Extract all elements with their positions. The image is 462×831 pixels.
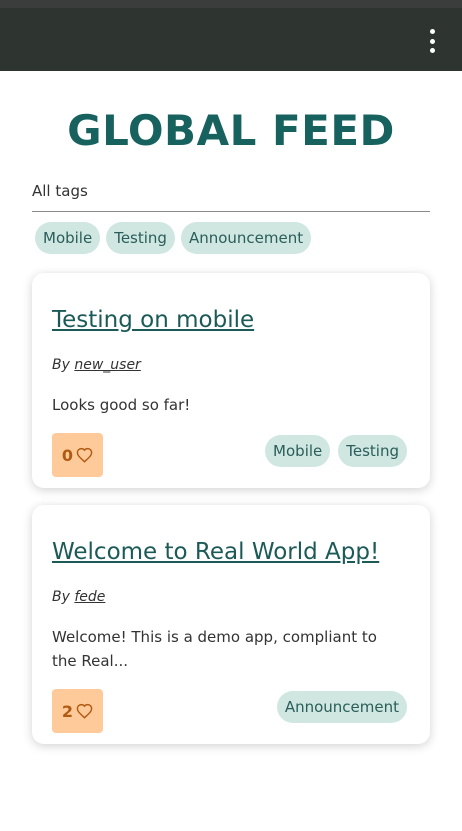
like-count: 2	[61, 701, 74, 721]
article-excerpt: Looks good so far!	[52, 396, 191, 414]
article-tag-list: Mobile Testing	[265, 435, 407, 467]
article-card: Testing on mobile By new_user Looks good…	[32, 273, 430, 488]
heart-icon	[76, 703, 93, 719]
heart-icon	[76, 447, 93, 463]
article-tag[interactable]: Testing	[338, 435, 407, 467]
menu-dot	[429, 48, 435, 53]
filter-tag-list: Mobile Testing Announcement	[35, 222, 312, 254]
like-count: 0	[61, 445, 74, 465]
menu-dot	[429, 29, 435, 34]
status-strip	[0, 0, 462, 8]
author-link[interactable]: fede	[74, 589, 105, 605]
article-title[interactable]: Welcome to Real World App!	[52, 539, 379, 565]
page-title: GLOBAL FEED	[67, 106, 395, 155]
app-bar	[0, 8, 462, 71]
article-author: By fede	[52, 589, 105, 605]
article-excerpt: Welcome! This is a demo app, compliant t…	[52, 628, 377, 670]
article-author: By new_user	[52, 357, 141, 373]
article-tag[interactable]: Announcement	[276, 691, 407, 723]
article-title[interactable]: Testing on mobile	[52, 307, 254, 333]
filter-tag-announcement[interactable]: Announcement	[180, 222, 312, 254]
article-tag-list: Announcement	[276, 691, 407, 723]
tag-filter-select[interactable]: All tags	[32, 178, 430, 212]
more-vert-icon[interactable]	[426, 29, 438, 53]
author-link[interactable]: new_user	[74, 357, 140, 373]
article-tag[interactable]: Mobile	[265, 435, 331, 467]
author-prefix: By	[52, 357, 70, 373]
article-card: Welcome to Real World App! By fede Welco…	[32, 505, 430, 744]
menu-dot	[429, 38, 435, 44]
like-button[interactable]: 2	[52, 689, 103, 733]
filter-tag-testing[interactable]: Testing	[106, 222, 175, 254]
author-prefix: By	[52, 589, 70, 605]
filter-tag-mobile[interactable]: Mobile	[35, 222, 101, 254]
like-button[interactable]: 0	[52, 433, 103, 477]
